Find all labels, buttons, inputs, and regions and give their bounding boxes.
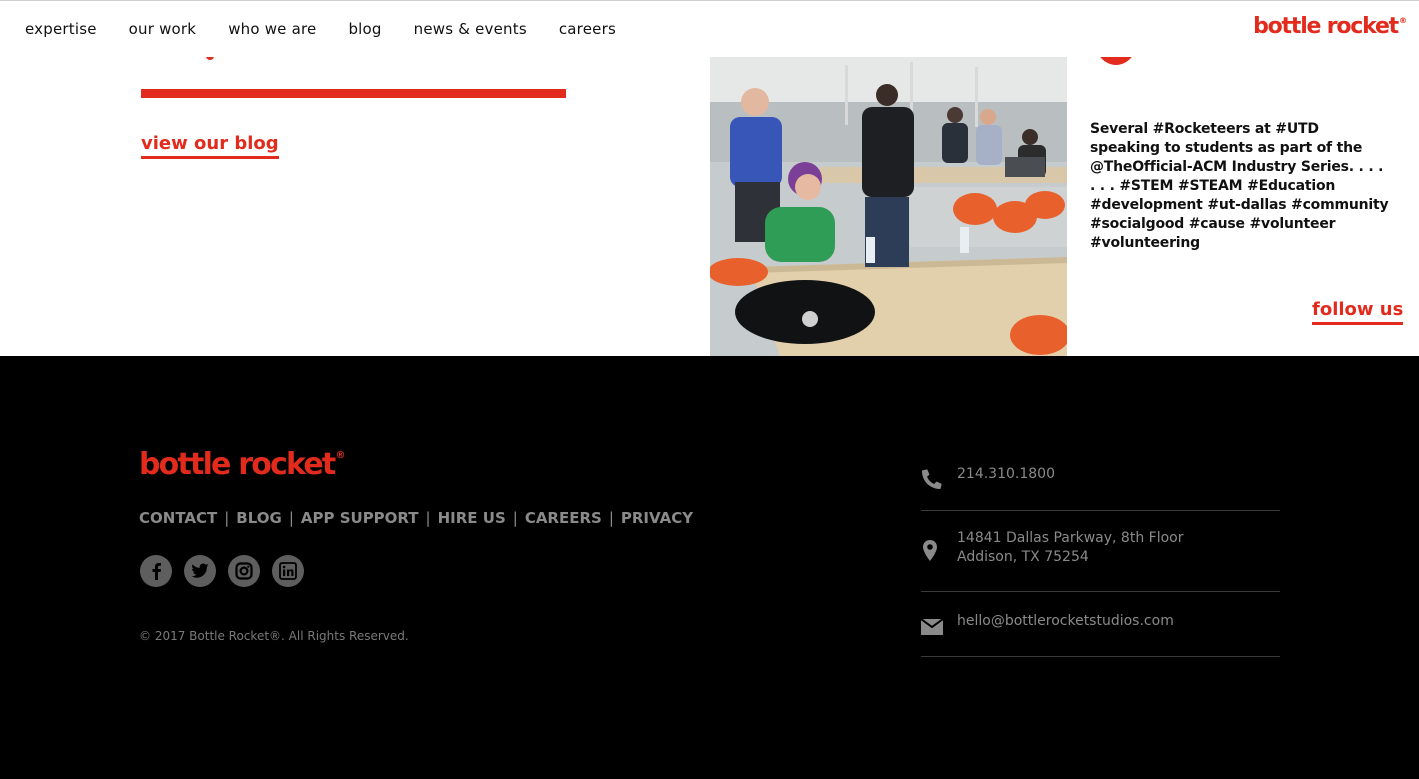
link-separator: | (288, 509, 294, 527)
contact-info: 214.310.1800 14841 Dallas Parkway, 8th F… (920, 446, 1280, 657)
main-nav: expertise our work who we are blog news … (25, 20, 648, 38)
instagram-caption: Several #Rocketeers at #UTD speaking to … (1090, 121, 1389, 251)
link-separator: | (512, 509, 518, 527)
instagram-photo[interactable] (710, 57, 1067, 356)
red-accent-bar (141, 89, 566, 98)
address-block: 14841 Dallas Parkway, 8th Floor Addison,… (957, 529, 1280, 567)
view-blog-link[interactable]: view our blog (141, 133, 279, 159)
social-links (140, 555, 316, 587)
instagram-avatar[interactable] (1095, 57, 1137, 65)
classroom-photo-illustration (710, 57, 1067, 356)
nav-item-blog[interactable]: blog (348, 20, 381, 38)
nav-item-who-we-are[interactable]: who we are (228, 20, 316, 38)
footer-link-careers[interactable]: CAREERS (525, 509, 602, 527)
address-line-1: 14841 Dallas Parkway, 8th Floor (957, 530, 1184, 546)
copyright-text: © 2017 Bottle Rocket®. All Rights Reserv… (139, 629, 409, 643)
nav-item-expertise[interactable]: expertise (25, 20, 97, 38)
footer-brand-registered-mark: ® (335, 450, 346, 461)
nav-item-careers[interactable]: careers (559, 20, 616, 38)
top-nav-bar: expertise our work who we are blog news … (0, 0, 1419, 57)
follow-us-link[interactable]: follow us (1312, 299, 1404, 325)
link-separator: | (608, 509, 614, 527)
map-pin-icon (921, 539, 939, 568)
brand-registered-mark: ® (1399, 16, 1407, 25)
brand-logo-text: bottle rocket (1253, 14, 1399, 39)
footer-brand-text: bottle rocket (139, 447, 336, 482)
instagram-icon[interactable] (228, 555, 260, 587)
email-address[interactable]: hello@bottlerocketstudios.com (957, 612, 1280, 631)
address-line-2: Addison, TX 75254 (957, 549, 1089, 565)
linkedin-icon[interactable] (272, 555, 304, 587)
footer-link-blog[interactable]: BLOG (236, 509, 282, 527)
link-separator: | (224, 509, 230, 527)
footer-brand-logo[interactable]: bottle rocket® (139, 447, 345, 482)
content-section: view our blog Several #Rocketeers at #UT… (0, 57, 1419, 356)
link-separator: | (425, 509, 431, 527)
footer-link-contact[interactable]: CONTACT (139, 509, 217, 527)
footer-link-privacy[interactable]: PRIVACY (621, 509, 693, 527)
contact-email-row: hello@bottlerocketstudios.com (920, 592, 1280, 657)
footer-links: CONTACT | BLOG | APP SUPPORT | HIRE US |… (139, 509, 693, 527)
nav-item-news-events[interactable]: news & events (414, 20, 527, 38)
brand-logo[interactable]: bottle rocket® (1253, 14, 1407, 39)
nav-item-our-work[interactable]: our work (129, 20, 197, 38)
footer-link-app-support[interactable]: APP SUPPORT (301, 509, 419, 527)
contact-address-row: 14841 Dallas Parkway, 8th Floor Addison,… (921, 511, 1280, 592)
envelope-icon (920, 618, 944, 640)
facebook-icon[interactable] (140, 555, 172, 587)
twitter-icon[interactable] (184, 555, 216, 587)
footer-link-hire-us[interactable]: HIRE US (438, 509, 506, 527)
phone-icon (921, 468, 943, 495)
contact-phone-row: 214.310.1800 (921, 446, 1280, 511)
heading-fragment (206, 57, 214, 60)
phone-number[interactable]: 214.310.1800 (957, 465, 1280, 484)
